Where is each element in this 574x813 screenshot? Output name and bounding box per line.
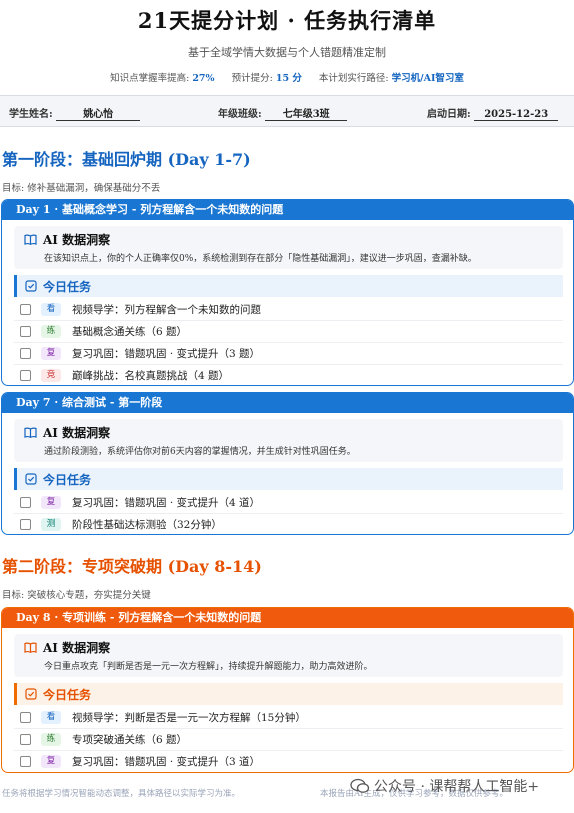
day1-header: Day 1 · 基础概念学习 - 列方程解含一个未知数的问题 bbox=[2, 200, 573, 220]
tag-review: 复 bbox=[41, 496, 61, 509]
day1-task-head: 今日任务 bbox=[14, 275, 563, 297]
stats-row: 知识点掌握率提高: 27% 预计提分: 15 分 本计划实行路径: 学习机/AI… bbox=[0, 70, 574, 84]
day7-header: Day 7 · 综合测试 - 第一阶段 bbox=[2, 393, 573, 413]
tag-review: 复 bbox=[41, 347, 61, 360]
day7-task-head: 今日任务 bbox=[14, 468, 563, 490]
book-icon bbox=[24, 427, 37, 438]
task-checkbox[interactable] bbox=[20, 712, 31, 723]
watermark: 公众号 · 课帮帮人工智能+ bbox=[350, 776, 539, 796]
start-date-value: 2025-12-23 bbox=[474, 109, 559, 121]
task-item: 复复习巩固：错题巩固 · 变式提升（4 道） bbox=[14, 492, 563, 514]
phase2-title: 第二阶段：专项突破期 (Day 8-14) bbox=[2, 557, 262, 576]
day8-task-head: 今日任务 bbox=[14, 683, 563, 705]
task-checkbox[interactable] bbox=[20, 326, 31, 337]
task-checkbox[interactable] bbox=[20, 304, 31, 315]
day7-card: Day 7 · 综合测试 - 第一阶段 AI 数据洞察 通过阶段测验，系统评估你… bbox=[1, 392, 574, 535]
stat-mastery: 知识点掌握率提高: 27% bbox=[110, 73, 215, 84]
grade-field: 年级班级: 七年级3班 bbox=[218, 105, 348, 121]
tag-test: 测 bbox=[41, 518, 61, 531]
stat-score: 预计提分: 15 分 bbox=[231, 73, 302, 84]
task-checkbox[interactable] bbox=[20, 734, 31, 745]
task-checkbox[interactable] bbox=[20, 519, 31, 530]
task-item: 复复习巩固：错题巩固 · 变式提升（3 题） bbox=[14, 343, 563, 365]
checkbox-icon bbox=[25, 688, 37, 700]
phase1-title: 第一阶段：基础回炉期 (Day 1-7) bbox=[2, 150, 251, 169]
stat-path: 本计划实行路径: 学习机/AI智习室 bbox=[318, 73, 464, 84]
book-icon bbox=[24, 234, 37, 245]
task-checkbox[interactable] bbox=[20, 348, 31, 359]
report-header: 21天提分计划 · 任务执行清单 基于全域学情大数据与个人错题精准定制 知识点掌… bbox=[0, 0, 574, 84]
tag-watch: 看 bbox=[41, 303, 61, 316]
grade-value: 七年级3班 bbox=[265, 105, 348, 121]
day8-card: Day 8 · 专项训练 - 列方程解含一个未知数的问题 AI 数据洞察 今日重… bbox=[1, 607, 574, 773]
task-checkbox[interactable] bbox=[20, 756, 31, 767]
tag-challenge: 竞 bbox=[41, 369, 61, 382]
tag-watch: 看 bbox=[41, 711, 61, 724]
tag-review: 复 bbox=[41, 755, 61, 768]
page-subtitle: 基于全域学情大数据与个人错题精准定制 bbox=[188, 46, 386, 59]
day7-insight-text: 通过阶段测验，系统评估你对前6天内容的掌握情况，并生成针对性巩固任务。 bbox=[44, 447, 356, 457]
tag-practice: 练 bbox=[41, 733, 61, 746]
phase1-goal: 目标: 修补基础漏洞，确保基础分不丢 bbox=[2, 183, 161, 194]
footer-left-note: 任务将根据学习情况智能动态调整，具体路径以实际学习为准。 bbox=[2, 789, 241, 799]
start-date-field: 启动日期: 2025-12-23 bbox=[427, 105, 559, 121]
day1-task-list: 看视频导学：列方程解含一个未知数的问题 练基础概念通关练（6 题） 复复习巩固：… bbox=[14, 299, 563, 385]
book-icon bbox=[24, 642, 37, 653]
student-name-value: 姚心怡 bbox=[56, 105, 141, 121]
task-item: 复复习巩固：错题巩固 · 变式提升（3 道） bbox=[14, 751, 563, 772]
task-checkbox[interactable] bbox=[20, 370, 31, 381]
day8-header: Day 8 · 专项训练 - 列方程解含一个未知数的问题 bbox=[2, 608, 573, 628]
day1-card: Day 1 · 基础概念学习 - 列方程解含一个未知数的问题 AI 数据洞察 在… bbox=[1, 199, 574, 386]
wechat-icon bbox=[350, 778, 370, 793]
task-item: 看视频导学：判断是否是一元一次方程解（15分钟） bbox=[14, 707, 563, 729]
day8-task-list: 看视频导学：判断是否是一元一次方程解（15分钟） 练专项突破通关练（6 题） 复… bbox=[14, 707, 563, 772]
phase2-goal: 目标: 突破核心专题，夯实提分关键 bbox=[2, 590, 151, 601]
day8-insight-text: 今日重点攻克「判断是否是一元一次方程解」，持续提升解题能力，助力高效进阶。 bbox=[44, 662, 373, 672]
day8-insight: AI 数据洞察 今日重点攻克「判断是否是一元一次方程解」，持续提升解题能力，助力… bbox=[14, 634, 563, 677]
task-item: 练基础概念通关练（6 题） bbox=[14, 321, 563, 343]
task-item: 练专项突破通关练（6 题） bbox=[14, 729, 563, 751]
page-title: 21天提分计划 · 任务执行清单 bbox=[137, 8, 437, 33]
task-item: 看视频导学：列方程解含一个未知数的问题 bbox=[14, 299, 563, 321]
day1-insight-text: 在该知识点上，你的个人正确率仅0%，系统检测到存在部分「隐性基础漏洞」，建议进一… bbox=[44, 254, 477, 264]
day1-insight: AI 数据洞察 在该知识点上，你的个人正确率仅0%，系统检测到存在部分「隐性基础… bbox=[14, 226, 563, 269]
checkbox-icon bbox=[25, 473, 37, 485]
task-checkbox[interactable] bbox=[20, 497, 31, 508]
student-name-field: 学生姓名: 姚心怡 bbox=[9, 105, 141, 121]
tag-practice: 练 bbox=[41, 325, 61, 338]
checkbox-icon bbox=[25, 280, 37, 292]
student-info-bar: 学生姓名: 姚心怡 年级班级: 七年级3班 启动日期: 2025-12-23 bbox=[0, 95, 574, 127]
day7-insight: AI 数据洞察 通过阶段测验，系统评估你对前6天内容的掌握情况，并生成针对性巩固… bbox=[14, 419, 563, 462]
task-item: 竞巅峰挑战：名校真题挑战（4 题） bbox=[14, 365, 563, 385]
task-item: 测阶段性基础达标测验（32分钟） bbox=[14, 514, 563, 534]
day7-task-list: 复复习巩固：错题巩固 · 变式提升（4 道） 测阶段性基础达标测验（32分钟） bbox=[14, 492, 563, 534]
